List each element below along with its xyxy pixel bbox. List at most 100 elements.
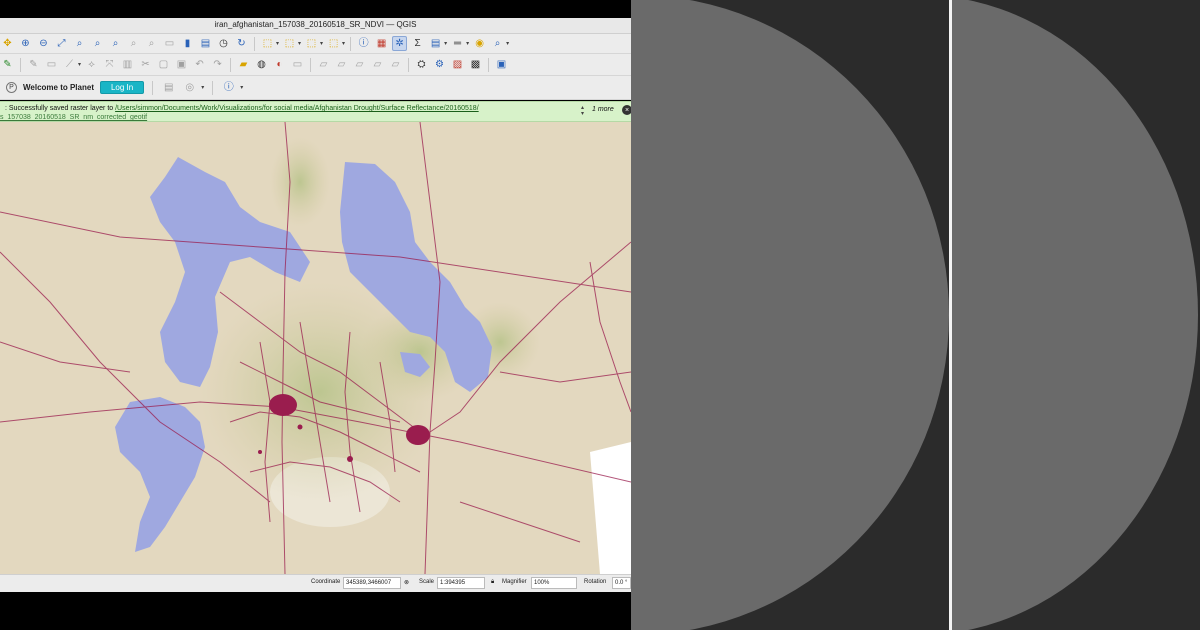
undo-icon[interactable]: ↶ xyxy=(192,57,207,72)
measure-icon[interactable]: ▤ xyxy=(428,36,443,51)
annotation-icon[interactable]: ⌕ xyxy=(490,36,505,51)
scale-field[interactable]: 1:394395 xyxy=(437,577,485,589)
zoom-out-icon[interactable]: ⊖ xyxy=(36,36,51,51)
planet-info-icon[interactable]: ⓘ xyxy=(221,80,236,95)
show-bookmarks-icon[interactable]: ▤ xyxy=(198,36,213,51)
label-rotate-icon[interactable]: ▱ xyxy=(334,57,349,72)
chevron-down-icon[interactable]: ▾ xyxy=(240,84,243,91)
chevron-down-icon[interactable]: ▾ xyxy=(342,40,345,47)
toolbar-separator xyxy=(152,80,154,95)
planet-login-button[interactable]: Log In xyxy=(99,81,145,94)
refresh-icon[interactable]: ↻ xyxy=(234,36,249,51)
label-diagram-icon[interactable]: ▱ xyxy=(388,57,403,72)
planet-toolbar: P Welcome to Planet Log In ▤ ◎ ▾ ⓘ ▾ xyxy=(0,76,631,100)
chevron-down-icon[interactable]: ▾ xyxy=(466,40,469,47)
chevron-down-icon[interactable]: ▾ xyxy=(298,40,301,47)
raster-calculator-icon[interactable]: ▨ xyxy=(450,57,465,72)
chevron-down-icon[interactable]: ▾ xyxy=(276,40,279,47)
planet-inspector-icon[interactable]: ◎ xyxy=(182,80,197,95)
toolbar-separator xyxy=(212,80,214,95)
python-console-icon[interactable]: ⚙ xyxy=(432,57,447,72)
help-icon[interactable]: ▣ xyxy=(494,57,509,72)
zoom-layer-icon[interactable]: ⌕ xyxy=(90,36,105,51)
message-path-link[interactable]: /Users/simmon/Documents/Work/Visualizati… xyxy=(115,105,479,112)
message-body: : Successfully saved raster layer to xyxy=(5,105,116,112)
message-path-continued[interactable]: s_157038_20160518_SR_nm_corrected_geotif xyxy=(0,114,147,121)
message-stepper[interactable]: ▴ ▾ xyxy=(581,105,584,117)
toggle-extents-icon[interactable]: ⊗ xyxy=(404,579,409,586)
magnifier-label: Magnifier xyxy=(502,579,527,585)
map-navigation-toolbar: ✥ ⊕ ⊖ ⤢ ⌕ ⌕ ⌕ ⌕ ⌕ ▭ ▮ ▤ ◷ ↻ ⬚ ▾ ⬚ ▾ ⬚ ▾ ⬚ ▾ … xyxy=(0,34,631,54)
deselect-icon[interactable]: ⬚ xyxy=(326,36,341,51)
bookmark-new-icon[interactable]: ▭ xyxy=(162,36,177,51)
pan-icon[interactable]: ✥ xyxy=(0,36,15,51)
label-move-icon[interactable]: ▱ xyxy=(316,57,331,72)
map-tips-icon[interactable]: ◉ xyxy=(472,36,487,51)
city-zabol xyxy=(406,425,430,445)
rotation-field[interactable]: 0.0 ° xyxy=(612,577,631,589)
label-highlight-icon[interactable]: ◐ xyxy=(272,57,287,72)
chevron-down-icon[interactable]: ▾ xyxy=(506,40,509,47)
copy-icon[interactable]: ▢ xyxy=(156,57,171,72)
delete-icon[interactable]: ▥ xyxy=(120,57,135,72)
coordinate-field[interactable]: 345389,3466007 xyxy=(343,577,401,589)
field-calculator-icon[interactable]: ✲ xyxy=(392,36,408,51)
identify-icon[interactable]: ⓘ xyxy=(356,36,371,51)
zoom-selection-icon[interactable]: ⌕ xyxy=(72,36,87,51)
zoom-in-icon[interactable]: ⊕ xyxy=(18,36,33,51)
chevron-down-icon[interactable]: ▾ xyxy=(78,61,81,68)
python-icon[interactable]: ⛭ xyxy=(414,57,429,72)
select-polygon-icon[interactable]: ⬚ xyxy=(282,36,297,51)
edit-pencil-icon[interactable]: ✎ xyxy=(0,57,15,72)
label-show-icon[interactable]: ▭ xyxy=(290,57,305,72)
coordinate-label: Coordinate xyxy=(311,579,341,585)
attribute-table-icon[interactable]: ▦ xyxy=(374,36,389,51)
bookmarks-icon[interactable]: ▮ xyxy=(180,36,195,51)
toolbar-separator xyxy=(310,57,312,72)
window-titlebar: iran_afghanistan_157038_20160518_SR_NDVI… xyxy=(0,18,631,34)
label-pin-icon[interactable]: ◍ xyxy=(254,57,269,72)
toggle-editing-icon[interactable]: ✎ xyxy=(26,57,41,72)
zoom-native-icon[interactable]: ⌕ xyxy=(108,36,123,51)
placeholder-panel-1 xyxy=(631,0,949,630)
toolbar-separator xyxy=(254,36,255,51)
map-canvas[interactable] xyxy=(0,122,631,574)
cut-icon[interactable]: ✂ xyxy=(138,57,153,72)
zoom-last-icon[interactable]: ⌕ xyxy=(126,36,141,51)
select-location-icon[interactable]: ⬚ xyxy=(304,36,319,51)
label-icon[interactable]: ▰ xyxy=(236,57,251,72)
toolbar-separator xyxy=(488,57,490,72)
magnifier-field[interactable]: 100% xyxy=(531,577,577,589)
toolbar-separator xyxy=(350,36,352,51)
chevron-down-icon[interactable]: ▾ xyxy=(320,40,323,47)
raster-info-icon[interactable]: ▩ xyxy=(468,57,483,72)
town xyxy=(297,424,303,430)
rotation-label: Rotation xyxy=(584,579,607,585)
chevron-down-icon[interactable]: ▾ xyxy=(201,84,204,91)
digitize-icon[interactable]: ⟋ xyxy=(62,57,77,72)
lock-icon[interactable]: 🔒︎ xyxy=(491,579,494,586)
chevron-down-icon[interactable]: ▾ xyxy=(444,40,447,47)
label-properties-icon[interactable]: ▱ xyxy=(370,57,385,72)
zoom-full-icon[interactable]: ⤢ xyxy=(54,36,69,51)
select-icon[interactable]: ⬚ xyxy=(260,36,275,51)
zoom-next-icon[interactable]: ⌕ xyxy=(144,36,159,51)
planet-explorer-icon[interactable]: ▤ xyxy=(161,80,176,95)
window-title: iran_afghanistan_157038_20160518_SR_NDVI… xyxy=(214,20,417,29)
clock-icon[interactable]: ◷ xyxy=(216,36,231,51)
town xyxy=(258,450,262,454)
grey-half-disc xyxy=(631,0,949,630)
label-change-icon[interactable]: ▱ xyxy=(352,57,367,72)
status-bar: Coordinate 345389,3466007 ⊗ Scale 1:3943… xyxy=(0,574,631,592)
save-edits-icon[interactable]: ▭ xyxy=(44,57,59,72)
planet-welcome-label: Welcome to Planet xyxy=(23,83,94,92)
paste-icon[interactable]: ▣ xyxy=(174,57,189,72)
message-more-label[interactable]: 1 more xyxy=(592,106,614,113)
redo-icon[interactable]: ↷ xyxy=(210,57,225,72)
move-feature-icon[interactable]: ⤧ xyxy=(102,57,117,72)
node-tool-icon[interactable]: ⟡ xyxy=(84,57,99,72)
city-zaranj xyxy=(269,394,297,416)
statistics-icon[interactable]: Σ xyxy=(410,36,425,51)
measure-line-icon[interactable]: ═ xyxy=(450,36,465,51)
close-icon[interactable]: × xyxy=(622,105,631,115)
